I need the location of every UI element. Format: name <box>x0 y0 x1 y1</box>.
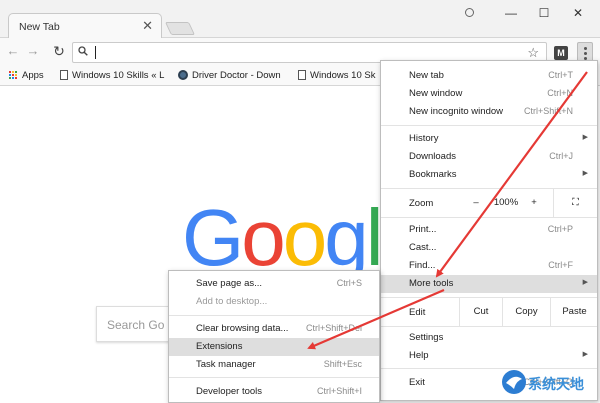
google-logo-letter: G <box>182 193 244 282</box>
menu-item-save-page-as[interactable]: Save page as... Ctrl+S <box>169 275 379 293</box>
tab-title: New Tab <box>19 21 60 33</box>
bookmark-label: Windows 10 Sk <box>310 70 376 81</box>
google-logo-letter: o <box>241 193 285 282</box>
menu-separator <box>169 377 379 378</box>
zoom-out-button[interactable]: – <box>463 189 489 217</box>
menu-item-find[interactable]: Find... Ctrl+F <box>381 257 597 275</box>
menu-separator <box>381 125 597 126</box>
menu-item-more-tools[interactable]: More tools ▶ <box>381 275 597 293</box>
zoom-label: Zoom <box>409 198 434 209</box>
watermark-logo: 系统天地 <box>498 365 598 401</box>
submenu-arrow-icon: ▶ <box>582 134 588 141</box>
maximize-button[interactable]: ☐ <box>534 6 554 20</box>
text-cursor <box>95 46 96 59</box>
close-button[interactable]: ✕ <box>568 6 588 20</box>
tab-close-icon[interactable]: ✕ <box>142 18 153 34</box>
search-icon <box>78 46 88 56</box>
menu-separator <box>381 217 597 218</box>
driver-doctor-icon <box>178 70 188 81</box>
bookmark-label: Windows 10 Skills « L <box>72 70 165 81</box>
gmail-extension-icon[interactable]: M <box>554 46 568 60</box>
menu-item-print[interactable]: Print... Ctrl+P <box>381 221 597 239</box>
page-icon <box>298 70 306 81</box>
search-placeholder: Search Go <box>107 318 165 332</box>
profile-icon[interactable] <box>459 6 479 20</box>
fullscreen-icon[interactable]: ⛶ <box>553 189 597 217</box>
submenu-arrow-icon: ▶ <box>582 351 588 358</box>
apps-grid-icon <box>8 71 17 80</box>
menu-item-cast[interactable]: Cast... <box>381 239 597 257</box>
menu-item-extensions[interactable]: Extensions <box>169 338 379 356</box>
paste-button[interactable]: Paste <box>550 298 598 326</box>
menu-separator <box>381 326 597 327</box>
bookmark-item[interactable]: Driver Doctor - Down <box>178 69 281 83</box>
zoom-in-button[interactable]: + <box>523 189 545 217</box>
menu-item-new-incognito-window[interactable]: New incognito window Ctrl+Shift+N <box>381 103 597 121</box>
zoom-level: 100% <box>493 197 519 208</box>
back-button[interactable]: ← <box>4 42 22 60</box>
bookmark-apps-label: Apps <box>22 70 44 81</box>
menu-item-downloads[interactable]: Downloads Ctrl+J <box>381 148 597 166</box>
menu-item-settings[interactable]: Settings <box>381 329 597 347</box>
page-icon <box>60 70 68 81</box>
submenu-arrow-icon: ▶ <box>582 279 588 286</box>
more-tools-submenu: Save page as... Ctrl+S Add to desktop...… <box>168 270 380 403</box>
menu-item-new-window[interactable]: New window Ctrl+N <box>381 85 597 103</box>
google-logo-letter: l <box>365 193 384 282</box>
copy-button[interactable]: Copy <box>502 298 550 326</box>
edit-label: Edit <box>409 307 426 318</box>
menu-item-task-manager[interactable]: Task manager Shift+Esc <box>169 356 379 374</box>
bookmark-item[interactable]: Windows 10 Skills « L <box>60 69 164 83</box>
new-tab-button[interactable] <box>164 22 196 35</box>
reload-button[interactable]: ↻ <box>50 42 68 60</box>
menu-item-bookmarks[interactable]: Bookmarks ▶ <box>381 166 597 184</box>
chrome-main-menu: New tab Ctrl+T New window Ctrl+N New inc… <box>380 60 598 401</box>
bookmark-item[interactable]: Windows 10 Sk <box>298 69 375 83</box>
menu-row-edit: Edit Cut Copy Paste <box>381 298 597 326</box>
submenu-arrow-icon: ▶ <box>582 170 588 177</box>
bird-logo-icon <box>502 370 526 394</box>
menu-row-zoom: Zoom – 100% + ⛶ <box>381 189 597 217</box>
menu-item-new-tab[interactable]: New tab Ctrl+T <box>381 67 597 85</box>
menu-item-clear-browsing-data[interactable]: Clear browsing data... Ctrl+Shift+Del <box>169 320 379 338</box>
menu-item-help[interactable]: Help ▶ <box>381 347 597 365</box>
title-bar: New Tab ✕ — ☐ ✕ <box>0 0 600 39</box>
google-logo-letter: o <box>282 193 327 282</box>
menu-item-developer-tools[interactable]: Developer tools Ctrl+Shift+I <box>169 383 379 401</box>
menu-item-add-to-desktop: Add to desktop... <box>196 296 268 307</box>
tab-new-tab[interactable]: New Tab ✕ <box>8 13 162 39</box>
menu-separator <box>169 315 379 316</box>
menu-item-history[interactable]: History ▶ <box>381 130 597 148</box>
minimize-button[interactable]: — <box>501 6 521 20</box>
forward-button[interactable]: → <box>24 42 42 60</box>
google-logo-letter: g <box>324 193 368 282</box>
bookmark-label: Driver Doctor - Down <box>192 70 281 81</box>
bookmark-star-icon[interactable]: ☆ <box>527 45 539 61</box>
bookmark-apps[interactable]: Apps <box>8 69 44 83</box>
cut-button[interactable]: Cut <box>459 298 502 326</box>
